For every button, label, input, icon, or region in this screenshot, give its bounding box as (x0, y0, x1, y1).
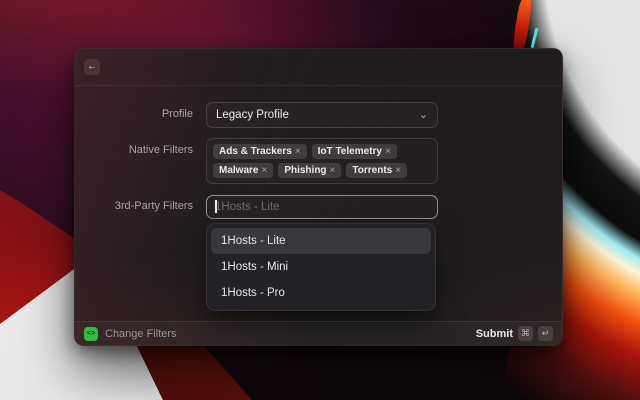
third-party-filters-input[interactable] (207, 196, 437, 218)
action-bar: <> Change Filters Submit ⌘ ↵ (75, 321, 562, 345)
action-bar-title: Change Filters (105, 328, 177, 340)
profile-label: Profile (75, 102, 193, 126)
remove-icon[interactable]: × (261, 165, 267, 176)
filter-tag[interactable]: IoT Telemetry × (312, 144, 397, 159)
extension-icon: <> (84, 327, 98, 341)
native-filters-tagbox[interactable]: Ads & Trackers × IoT Telemetry × Malware… (206, 138, 438, 184)
cmd-key-icon: ⌘ (518, 326, 533, 341)
suggestions-dropdown: 1Hosts - Lite 1Hosts - Mini 1Hosts - Pro (206, 223, 436, 311)
dropdown-option[interactable]: 1Hosts - Mini (211, 254, 431, 280)
dropdown-option[interactable]: 1Hosts - Lite (211, 228, 431, 254)
filters-form-window: ← Profile Legacy Profile ⌄ Native Filter… (74, 48, 563, 346)
filter-tag-label: Malware (219, 165, 258, 176)
profile-select-value: Legacy Profile (216, 109, 289, 121)
back-icon: ← (87, 62, 97, 72)
profile-row: Profile Legacy Profile ⌄ (75, 102, 438, 128)
submit-button[interactable]: Submit ⌘ ↵ (476, 326, 553, 341)
profile-select[interactable]: Legacy Profile ⌄ (206, 102, 438, 128)
filter-tag-label: IoT Telemetry (318, 146, 382, 157)
remove-icon[interactable]: × (330, 165, 336, 176)
remove-icon[interactable]: × (385, 146, 391, 157)
remove-icon[interactable]: × (295, 146, 301, 157)
filter-tag-label: Phishing (284, 165, 326, 176)
chevron-down-icon: ⌄ (419, 111, 428, 119)
filter-tag[interactable]: Torrents × (346, 163, 407, 178)
window-header: ← (75, 49, 562, 86)
native-filters-row: Native Filters Ads & Trackers × IoT Tele… (75, 138, 438, 184)
filter-tag[interactable]: Malware × (213, 163, 273, 178)
return-key-icon: ↵ (538, 326, 553, 341)
native-filters-label: Native Filters (75, 138, 193, 157)
third-party-filters-input-wrap (206, 195, 438, 219)
back-button[interactable]: ← (84, 59, 100, 75)
third-party-filters-label: 3rd-Party Filters (75, 195, 193, 217)
third-party-filters-row: 3rd-Party Filters (75, 195, 438, 219)
submit-label: Submit (476, 328, 513, 340)
filter-tag-label: Torrents (352, 165, 392, 176)
remove-icon[interactable]: × (395, 165, 401, 176)
filter-tag[interactable]: Phishing × (278, 163, 341, 178)
extension-icon-glyph: <> (87, 330, 95, 337)
filter-tag-label: Ads & Trackers (219, 146, 292, 157)
filter-tag[interactable]: Ads & Trackers × (213, 144, 307, 159)
dropdown-option[interactable]: 1Hosts - Pro (211, 280, 431, 306)
text-caret (215, 200, 217, 213)
